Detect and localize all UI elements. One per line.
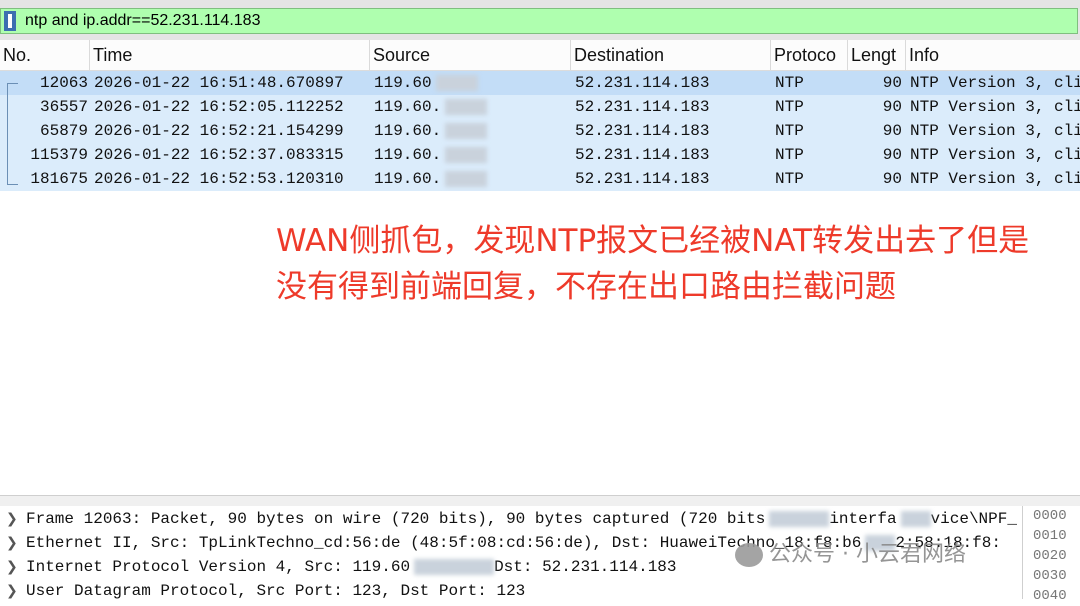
packet-destination: 52.231.114.183	[575, 122, 710, 140]
packet-time: 2026-01-22 16:52:53.120310	[94, 170, 344, 188]
col-header-length[interactable]: Lengt	[848, 40, 906, 70]
byte-offset: 0010	[1033, 528, 1067, 544]
packet-info: NTP Version 3, cli	[910, 170, 1080, 188]
byte-offset: 0020	[1033, 548, 1067, 564]
packet-source: 119.60.	[374, 167, 569, 191]
annotation-text: WAN侧抓包，发现NTP报文已经被NAT转发出去了但是 没有得到前端回复，不存在…	[276, 218, 1029, 310]
redacted-mask	[445, 122, 488, 139]
byte-offset: 0030	[1033, 568, 1067, 584]
display-filter-input[interactable]: ntp and ip.addr==52.231.114.183	[0, 8, 1078, 34]
packet-source: 119.60.	[374, 143, 569, 167]
packet-source: 119.60.	[374, 95, 569, 119]
redacted-mask	[900, 510, 931, 527]
packet-row[interactable]: 181675 2026-01-22 16:52:53.120310 119.60…	[0, 167, 1080, 191]
col-header-time[interactable]: Time	[90, 40, 370, 70]
packet-protocol: NTP	[775, 122, 804, 140]
packet-bytes-pane: 0000 0010 0020 0030 0040	[1022, 506, 1080, 604]
packet-protocol: NTP	[775, 146, 804, 164]
byte-offset: 0000	[1033, 508, 1067, 524]
col-header-no[interactable]: No.	[0, 40, 90, 70]
packet-time: 2026-01-22 16:52:37.083315	[94, 146, 344, 164]
packet-length: 90	[882, 146, 902, 164]
packet-source-text: 119.60.	[374, 146, 442, 164]
redacted-mask	[445, 146, 488, 163]
redacted-mask	[445, 170, 488, 187]
watermark: 公众号 · 小云君网络	[735, 536, 966, 572]
packet-protocol: NTP	[775, 74, 804, 92]
packet-destination: 52.231.114.183	[575, 146, 710, 164]
packet-source: 119.60.	[374, 119, 569, 143]
packet-info: NTP Version 3, cli	[910, 74, 1080, 92]
chevron-right-icon[interactable]: ❯	[6, 507, 18, 531]
col-header-protocol[interactable]: Protoco	[771, 40, 848, 70]
conversation-bracket	[7, 83, 18, 185]
wechat-icon	[735, 543, 763, 567]
packet-source-text: 119.60.	[374, 98, 442, 116]
packet-length: 90	[882, 98, 902, 116]
detail-text-suffix: vice\NPF_	[930, 510, 1017, 528]
detail-text-suffix: Dst: 52.231.114.183	[494, 558, 677, 576]
packet-info: NTP Version 3, cli	[910, 122, 1080, 140]
packet-length: 90	[882, 122, 902, 140]
detail-text: Internet Protocol Version 4, Src: 119.60	[26, 558, 411, 576]
detail-text-suffix: interfa	[829, 510, 897, 528]
col-header-source[interactable]: Source	[370, 40, 571, 70]
packet-time: 2026-01-22 16:51:48.670897	[94, 74, 344, 92]
redacted-mask	[445, 98, 488, 115]
packet-info: NTP Version 3, cli	[910, 98, 1080, 116]
redacted-mask	[414, 558, 495, 575]
redacted-mask	[435, 74, 478, 91]
chevron-right-icon[interactable]: ❯	[6, 555, 18, 579]
packet-destination: 52.231.114.183	[575, 74, 710, 92]
annotation-line-2: 没有得到前端回复，不存在出口路由拦截问题	[276, 269, 896, 305]
packet-destination: 52.231.114.183	[575, 98, 710, 116]
col-header-info[interactable]: Info	[906, 40, 1080, 70]
packet-row[interactable]: 115379 2026-01-22 16:52:37.083315 119.60…	[0, 143, 1080, 167]
packet-row[interactable]: 36557 2026-01-22 16:52:05.112252 119.60.…	[0, 95, 1080, 119]
detail-text: Frame 12063: Packet, 90 bytes on wire (7…	[26, 510, 766, 528]
watermark-text: 公众号 · 小云君网络	[769, 542, 966, 567]
chevron-right-icon[interactable]: ❯	[6, 531, 18, 555]
packet-info: NTP Version 3, cli	[910, 146, 1080, 164]
col-header-destination[interactable]: Destination	[571, 40, 771, 70]
annotation-line-1: WAN侧抓包，发现NTP报文已经被NAT转发出去了但是	[276, 223, 1030, 259]
packet-destination: 52.231.114.183	[575, 170, 710, 188]
chevron-right-icon[interactable]: ❯	[6, 579, 18, 599]
packet-row[interactable]: 12063 2026-01-22 16:51:48.670897 119.60 …	[0, 71, 1080, 95]
redacted-mask	[769, 510, 830, 527]
byte-offset: 0040	[1033, 588, 1067, 604]
packet-source-text: 119.60.	[374, 170, 442, 188]
filter-text: ntp and ip.addr==52.231.114.183	[25, 12, 261, 29]
packet-list-header: No. Time Source Destination Protoco Leng…	[0, 40, 1080, 71]
detail-text: User Datagram Protocol, Src Port: 123, D…	[26, 582, 526, 599]
packet-source: 119.60	[374, 71, 569, 95]
packet-row[interactable]: 65879 2026-01-22 16:52:21.154299 119.60.…	[0, 119, 1080, 143]
packet-source-text: 119.60	[374, 74, 432, 92]
packet-length: 90	[882, 74, 902, 92]
display-filter-bar: ntp and ip.addr==52.231.114.183	[0, 0, 1080, 40]
packet-time: 2026-01-22 16:52:05.112252	[94, 98, 344, 116]
packet-source-text: 119.60.	[374, 122, 442, 140]
packet-length: 90	[882, 170, 902, 188]
packet-time: 2026-01-22 16:52:21.154299	[94, 122, 344, 140]
bookmark-icon[interactable]	[3, 11, 17, 31]
packet-protocol: NTP	[775, 170, 804, 188]
packet-protocol: NTP	[775, 98, 804, 116]
